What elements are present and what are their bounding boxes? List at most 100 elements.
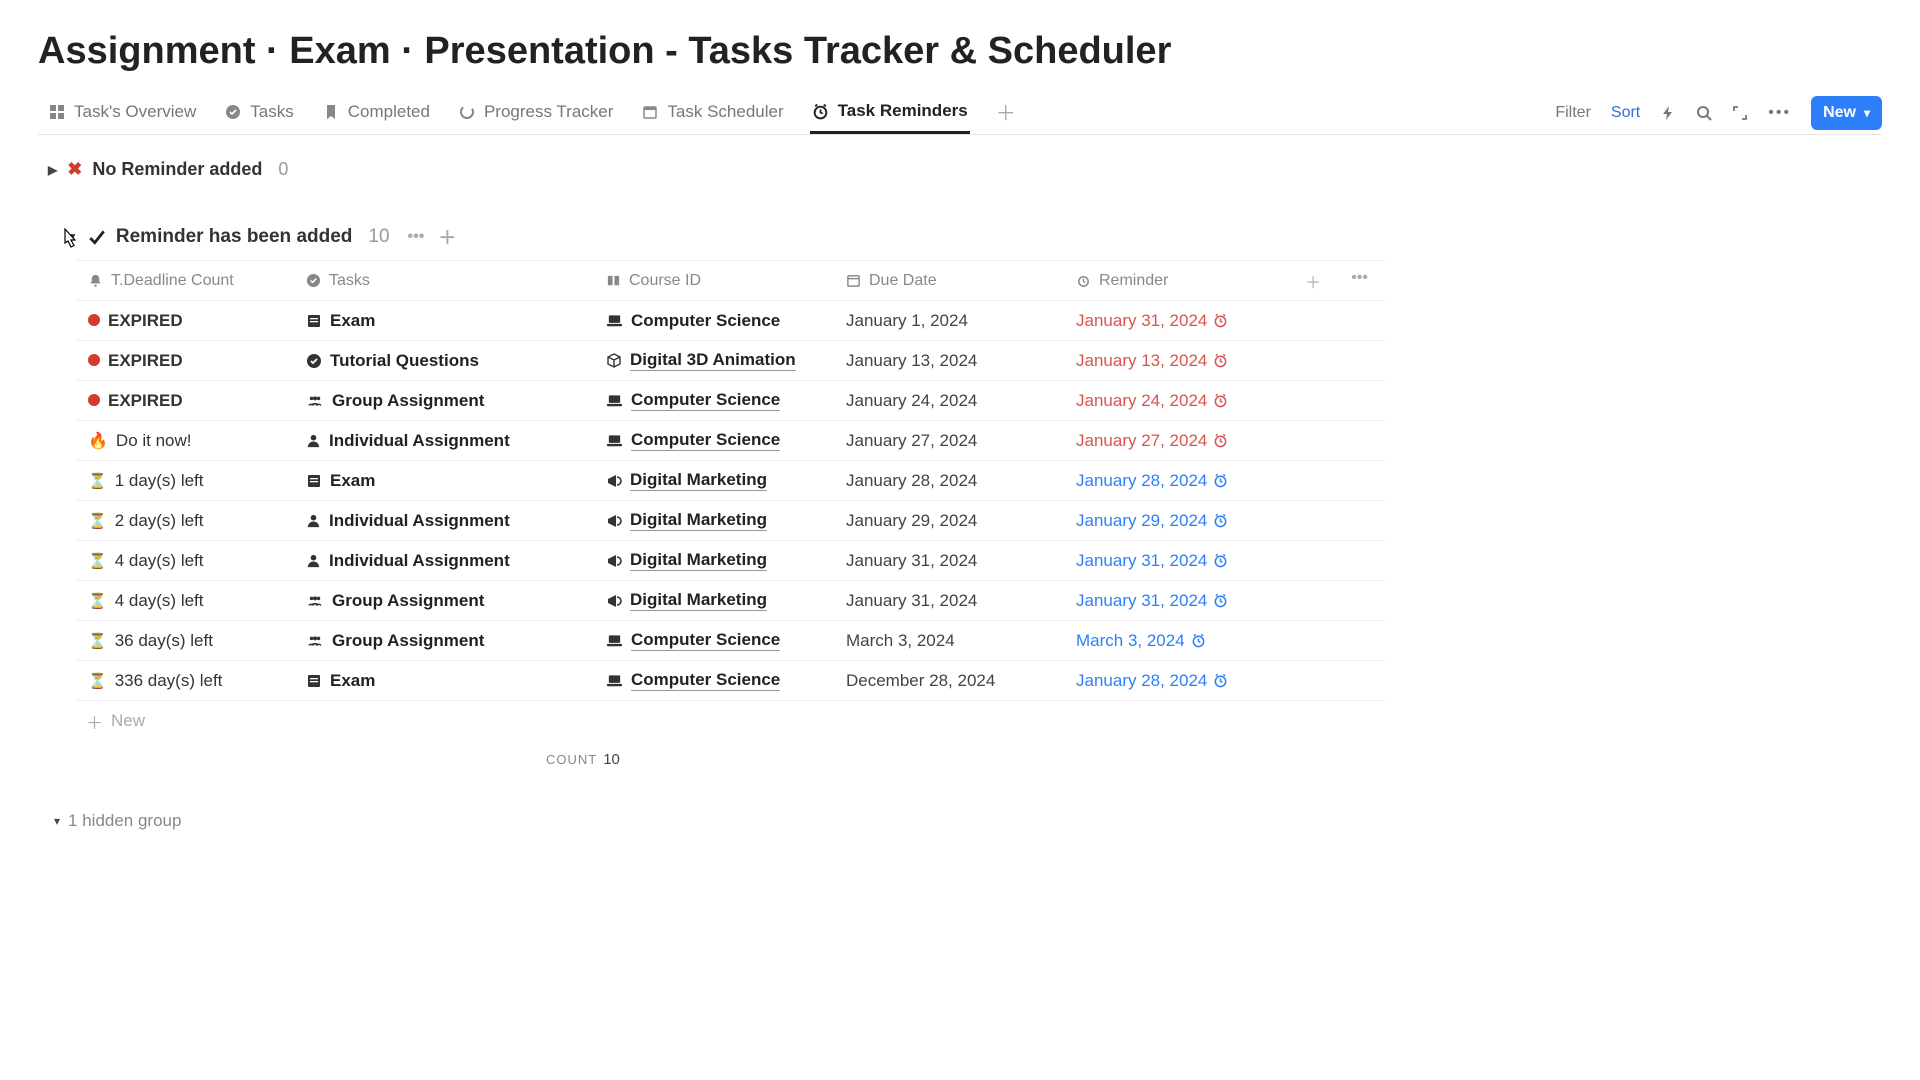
col-due[interactable]: Due Date [836, 272, 1066, 290]
table-row[interactable]: EXPIREDExamComputer ScienceJanuary 1, 20… [76, 301, 1386, 341]
tab-completed[interactable]: Completed [320, 91, 432, 134]
due-date: January 13, 2024 [846, 351, 977, 371]
col-tasks[interactable]: Tasks [296, 272, 596, 290]
tab-progress[interactable]: Progress Tracker [456, 91, 615, 134]
col-deadline[interactable]: T.Deadline Count [76, 272, 296, 290]
task-icon [306, 473, 322, 489]
alarm-icon [1076, 273, 1091, 288]
course-name: Computer Science [631, 630, 780, 651]
course-name: Computer Science [631, 311, 780, 331]
table-row[interactable]: ⏳ 36 day(s) left Group Assignment Computer … [76, 621, 1386, 661]
group-count: 10 [368, 226, 389, 248]
pointer-cursor-icon [58, 227, 82, 253]
hidden-group-label: 1 hidden group [68, 811, 181, 831]
status-icon: ⏳ [88, 671, 107, 691]
filter-button[interactable]: Filter [1555, 104, 1591, 122]
column-more-icon[interactable]: ••• [1351, 269, 1368, 293]
alarm-icon [1213, 593, 1228, 608]
tab-label: Tasks [250, 102, 293, 122]
task-icon [306, 553, 321, 568]
task-name: Group Assignment [332, 391, 484, 411]
group-reminder-added[interactable]: ▼ Reminder has been added 10 ••• ＋ [48, 224, 1882, 250]
status-icon: ⏳ [88, 591, 107, 611]
reminder-date: January 31, 2024 [1076, 311, 1207, 331]
table-row[interactable]: EXPIRED Group Assignment Computer Science J… [76, 381, 1386, 421]
task-icon [306, 353, 322, 369]
chevron-down-icon: ▾ [1864, 106, 1870, 120]
reminder-date: January 29, 2024 [1076, 511, 1207, 531]
task-name: Individual Assignment [329, 431, 510, 451]
search-icon[interactable] [1696, 105, 1712, 121]
deadline-text: Do it now! [116, 431, 192, 451]
reminder-date: January 27, 2024 [1076, 431, 1207, 451]
deadline-text: 36 day(s) left [115, 631, 213, 651]
deadline-text: EXPIRED [108, 391, 183, 411]
col-reminder[interactable]: Reminder [1066, 272, 1286, 290]
tab-reminders[interactable]: Task Reminders [810, 91, 970, 134]
course-name: Computer Science [631, 390, 780, 411]
table-row[interactable]: EXPIREDTutorial QuestionsDigital 3D Anim… [76, 341, 1386, 381]
calendar-icon [846, 273, 861, 288]
reminder-date: January 24, 2024 [1076, 391, 1207, 411]
task-name: Exam [330, 471, 375, 491]
course-icon [606, 314, 623, 328]
expand-icon[interactable] [1732, 105, 1748, 121]
col-label: Due Date [869, 272, 937, 290]
table-row[interactable]: ⏳1 day(s) leftExamDigital MarketingJanua… [76, 461, 1386, 501]
add-column-icon[interactable]: ＋ [1305, 269, 1321, 293]
reminder-date: January 13, 2024 [1076, 351, 1207, 371]
count-label: COUNT [546, 752, 597, 767]
table-row[interactable]: 🔥Do it now!Individual AssignmentComputer… [76, 421, 1386, 461]
tab-overview[interactable]: Task's Overview [46, 91, 198, 134]
col-course[interactable]: Course ID [596, 272, 836, 290]
status-icon: 🔥 [88, 431, 108, 451]
course-icon [606, 473, 622, 489]
group-no-reminder[interactable]: ▶ ✖ No Reminder added 0 [48, 159, 1882, 180]
group-label: Reminder has been added [116, 226, 353, 248]
alarm-icon [1213, 353, 1228, 368]
add-row-button[interactable]: ＋ New [76, 701, 1386, 741]
tab-scheduler[interactable]: Task Scheduler [639, 91, 785, 134]
add-view-button[interactable]: ＋ [994, 91, 1018, 134]
page-title: Assignment · Exam · Presentation - Tasks… [38, 30, 1882, 73]
status-icon [88, 311, 100, 331]
task-name: Exam [330, 671, 375, 691]
calendar-icon [641, 103, 659, 121]
status-icon: ⏳ [88, 511, 107, 531]
group-label: No Reminder added [92, 159, 262, 180]
table-row[interactable]: ⏳4 day(s) leftGroup AssignmentDigital Ma… [76, 581, 1386, 621]
due-date: January 27, 2024 [846, 431, 977, 451]
bolt-icon[interactable] [1660, 105, 1676, 121]
alarm-icon [1213, 673, 1228, 688]
check-circle-icon [306, 273, 321, 288]
due-date: January 1, 2024 [846, 311, 968, 331]
tab-label: Task Scheduler [667, 102, 783, 122]
tabs-bar: Task's Overview Tasks Completed Progress… [38, 91, 1882, 135]
deadline-text: 1 day(s) left [115, 471, 204, 491]
grid-icon [48, 103, 66, 121]
status-icon [88, 351, 100, 371]
new-button[interactable]: New ▾ [1811, 96, 1882, 130]
group-more-icon[interactable]: ••• [408, 228, 425, 246]
count-value: 10 [603, 751, 620, 768]
sort-button[interactable]: Sort [1611, 104, 1640, 122]
new-button-label: New [1823, 104, 1856, 122]
group-add-icon[interactable]: ＋ [438, 224, 456, 250]
more-icon[interactable]: ••• [1768, 104, 1791, 122]
table-row[interactable]: ⏳4 day(s) leftIndividual AssignmentDigit… [76, 541, 1386, 581]
alarm-icon [1213, 553, 1228, 568]
cross-icon: ✖ [67, 159, 82, 180]
tab-tasks[interactable]: Tasks [222, 91, 295, 134]
task-name: Individual Assignment [329, 551, 510, 571]
table-row[interactable]: ⏳336 day(s) leftExamComputer ScienceDece… [76, 661, 1386, 701]
task-name: Tutorial Questions [330, 351, 479, 371]
table-row[interactable]: ⏳2 day(s) leftIndividual AssignmentDigit… [76, 501, 1386, 541]
hidden-group-toggle[interactable]: ▾ 1 hidden group [54, 811, 1882, 831]
status-icon: ⏳ [88, 631, 107, 651]
task-name: Group Assignment [332, 631, 484, 651]
task-name: Individual Assignment [329, 511, 510, 531]
check-icon [88, 228, 106, 246]
chevron-down-icon: ▾ [54, 814, 60, 828]
deadline-text: 4 day(s) left [115, 551, 204, 571]
course-icon [606, 634, 623, 648]
